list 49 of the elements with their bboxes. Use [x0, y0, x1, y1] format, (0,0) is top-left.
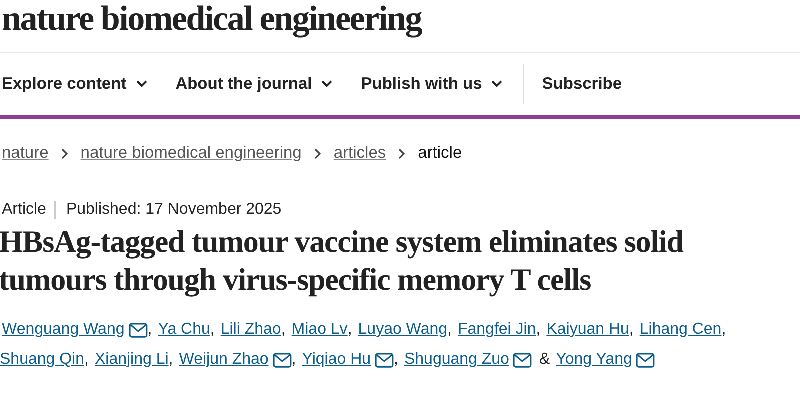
- breadcrumb-link[interactable]: nature biomedical engineering: [80, 144, 302, 163]
- author-link[interactable]: Shuguang Zuo: [404, 351, 510, 369]
- chevron-right-icon: [398, 148, 406, 160]
- nav-link[interactable]: About the journal: [176, 74, 334, 94]
- nav-link[interactable]: Publish with us: [361, 74, 504, 94]
- comma: ,: [448, 321, 452, 339]
- comma: ,: [281, 321, 286, 339]
- author-link[interactable]: Wenguang Wang: [2, 321, 125, 339]
- chevron-right-icon: [314, 148, 322, 160]
- comma: ,: [292, 351, 296, 369]
- article-type: Article: [2, 201, 56, 219]
- nav-link[interactable]: Subscribe: [542, 74, 622, 94]
- publish-date: Published: 17 November 2025: [65, 201, 282, 219]
- author-link[interactable]: Luyao Wang: [358, 321, 448, 339]
- author-link[interactable]: Weijun Zhao: [179, 351, 269, 369]
- nav-link[interactable]: Explore content: [2, 74, 148, 94]
- author-link[interactable]: Kaiyuan Hu: [546, 321, 630, 339]
- mail-icon[interactable]: [272, 352, 292, 368]
- comma: ,: [84, 351, 89, 369]
- chevron-down-icon: [321, 80, 334, 88]
- comma: ,: [348, 321, 352, 339]
- mail-icon[interactable]: [375, 352, 394, 368]
- ampersand: &: [539, 351, 550, 369]
- breadcrumb-current: article: [418, 144, 462, 163]
- breadcrumb-link[interactable]: nature: [2, 144, 49, 163]
- journal-logo[interactable]: nature biomedical engineering: [2, 0, 422, 39]
- comma: ,: [168, 351, 174, 369]
- author-link[interactable]: Lili Zhao: [220, 321, 282, 339]
- author-link[interactable]: Ya Chu: [158, 321, 210, 339]
- mail-icon[interactable]: [636, 352, 656, 368]
- author-link[interactable]: Shuang Qin: [0, 351, 85, 369]
- author-link[interactable]: Yiqiao Hu: [302, 351, 372, 369]
- author-link[interactable]: Miao Lv: [292, 321, 348, 339]
- comma: ,: [536, 321, 541, 339]
- mail-icon[interactable]: [513, 352, 532, 368]
- comma: ,: [394, 351, 398, 369]
- comma: ,: [722, 321, 726, 339]
- author-link[interactable]: Yong Yang: [556, 351, 632, 369]
- mail-icon[interactable]: [128, 322, 148, 338]
- breadcrumb-link[interactable]: articles: [334, 144, 386, 163]
- author-link[interactable]: Fangfei Jin: [458, 321, 536, 339]
- author-link[interactable]: Xianjing Li: [94, 351, 169, 369]
- chevron-down-icon: [136, 80, 148, 88]
- chevron-down-icon: [491, 80, 504, 88]
- chevron-right-icon: [60, 148, 69, 160]
- author-link[interactable]: Lihang Cen: [640, 321, 722, 339]
- comma: ,: [148, 321, 152, 339]
- comma: ,: [629, 321, 634, 339]
- comma: ,: [210, 321, 215, 339]
